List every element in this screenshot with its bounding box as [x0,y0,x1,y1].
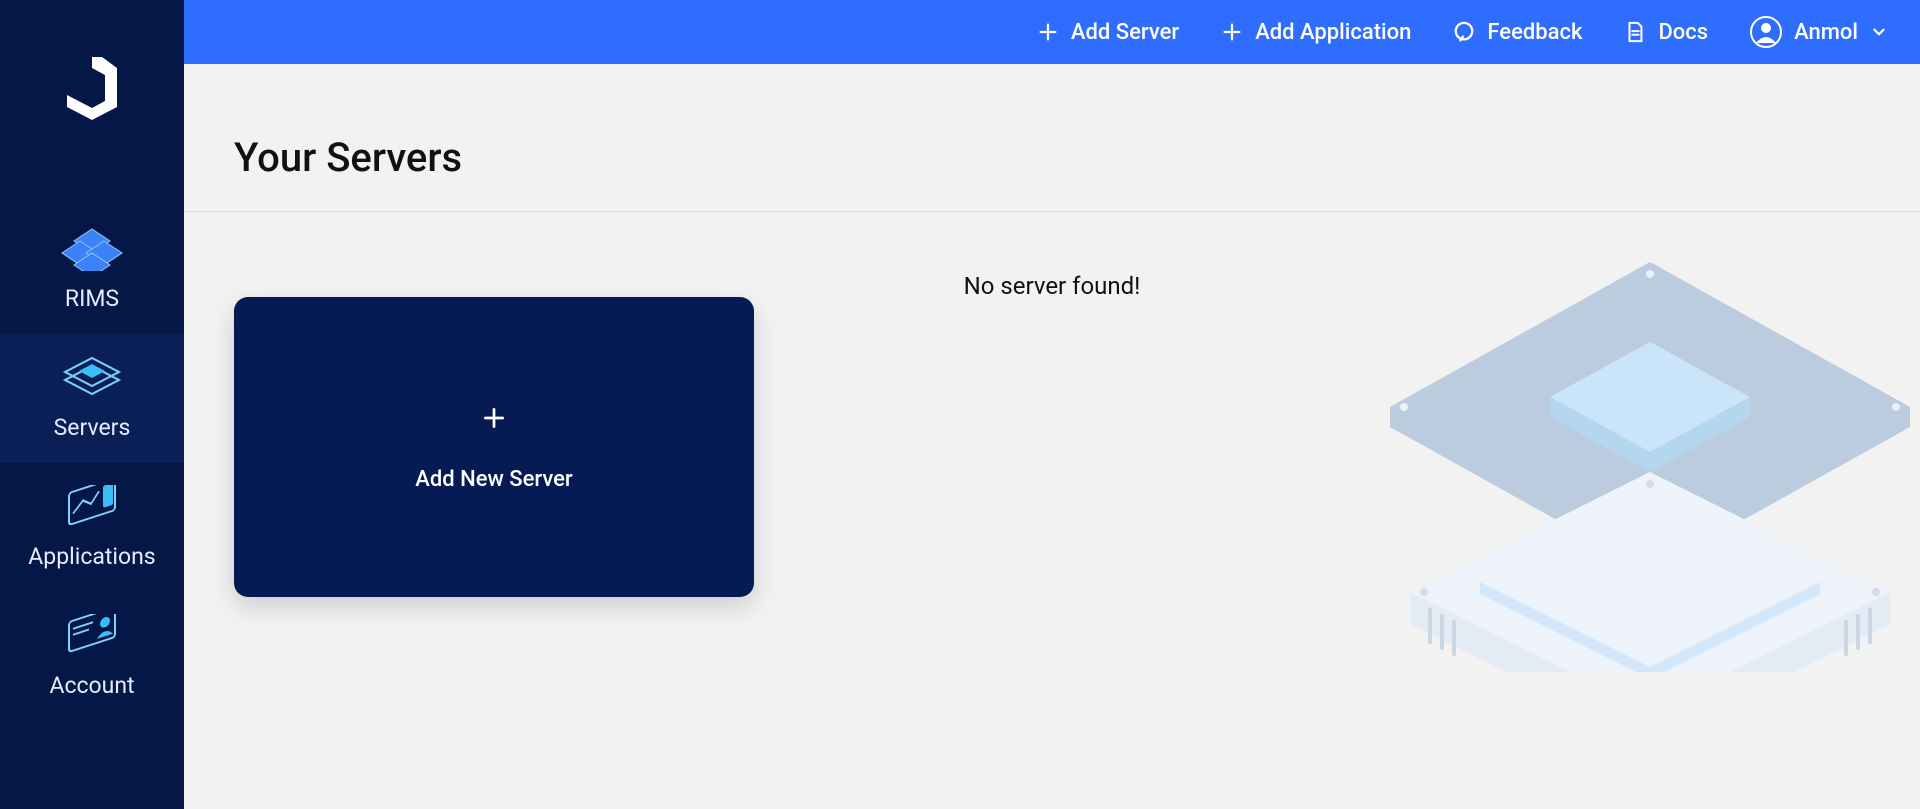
sidebar-item-servers[interactable]: Servers [0,334,184,463]
chat-icon [1453,21,1475,43]
sidebar-item-label: RIMS [65,285,119,312]
add-card-label: Add New Server [415,467,572,492]
feedback-label: Feedback [1487,20,1582,45]
feedback-button[interactable]: Feedback [1453,20,1582,45]
user-name: Anmol [1794,20,1858,45]
account-icon [61,614,123,658]
plus-icon [481,403,507,437]
add-application-label: Add Application [1255,20,1411,45]
document-icon [1624,21,1646,43]
brand-logo [67,55,117,120]
sidebar: RIMS Servers Applications [0,0,184,809]
plus-icon [1037,21,1059,43]
topbar: Add Server Add Application Feedback Docs… [184,0,1920,64]
servers-icon [61,356,123,400]
page-title: Your Servers [184,64,1920,212]
rims-icon [61,227,123,271]
sidebar-item-label: Account [49,672,134,699]
add-server-button[interactable]: Add Server [1037,20,1179,45]
sidebar-item-rims[interactable]: RIMS [0,205,184,334]
sidebar-item-applications[interactable]: Applications [0,463,184,592]
applications-icon [61,485,123,529]
empty-state-message: No server found! [964,272,1141,300]
main-area: Add Server Add Application Feedback Docs… [184,0,1920,809]
sidebar-item-label: Applications [28,543,155,570]
plus-icon [1221,21,1243,43]
user-menu[interactable]: Anmol [1750,16,1888,48]
sidebar-item-account[interactable]: Account [0,592,184,721]
server-illustration [1370,252,1920,672]
chevron-down-icon [1870,23,1888,41]
avatar-icon [1750,16,1782,48]
sidebar-item-label: Servers [54,414,131,441]
add-server-label: Add Server [1071,20,1179,45]
add-application-button[interactable]: Add Application [1221,20,1411,45]
content-area: No server found! Add New Server [184,212,1920,809]
docs-label: Docs [1658,20,1708,45]
add-new-server-card[interactable]: Add New Server [234,297,754,597]
docs-button[interactable]: Docs [1624,20,1708,45]
